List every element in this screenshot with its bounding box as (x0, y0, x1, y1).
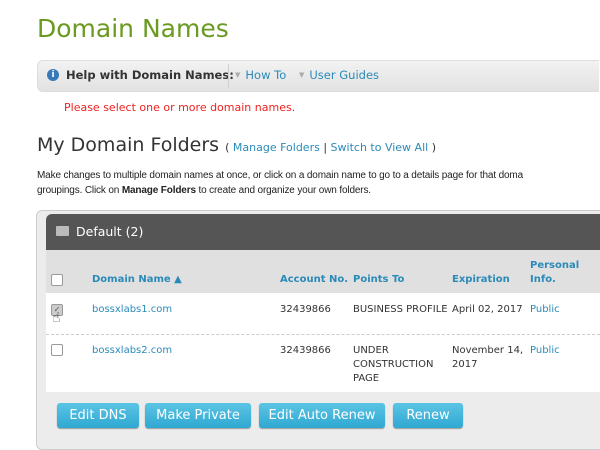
folders-title: My Domain Folders (37, 134, 220, 156)
divider (228, 64, 229, 88)
folder-header[interactable]: Default (2) (46, 214, 600, 250)
account-no: 32439866 (280, 304, 331, 315)
how-to-link[interactable]: ▼ How To (235, 68, 286, 82)
privacy-link[interactable]: Public (530, 303, 560, 317)
col-personal-info[interactable]: Personal Info. (530, 259, 580, 287)
description-text: to create and organize your own folders. (195, 185, 371, 196)
user-guides-label: User Guides (309, 68, 380, 82)
caret-down-icon: ▼ (299, 71, 305, 79)
renew-button[interactable]: Renew (393, 403, 463, 428)
table-header: Domain Name ▲ Account No. Points To Expi… (46, 250, 600, 293)
table-row: ✓ ☝ bossxlabs1.com 32439866 BUSINESS PRO… (46, 293, 600, 335)
description: Make changes to multiple domain names at… (37, 168, 599, 198)
help-bar: i Help with Domain Names: ▼ How To ▼ User … (37, 60, 599, 92)
edit-auto-renew-button[interactable]: Edit Auto Renew (259, 403, 385, 428)
caret-down-icon: ▼ (235, 71, 241, 79)
folder-name: Default (2) (76, 224, 144, 239)
col-account-no[interactable]: Account No. (280, 273, 348, 287)
hand-cursor-icon: ☝ (52, 310, 61, 326)
row-checkbox[interactable] (51, 344, 63, 356)
manage-folders-link[interactable]: Manage Folders (233, 141, 320, 154)
folder-icon (56, 226, 69, 236)
domain-link[interactable]: bossxlabs1.com (92, 303, 172, 317)
expiration: November 14, 2017 (452, 345, 524, 370)
page-title: Domain Names (37, 14, 229, 43)
col-points-to[interactable]: Points To (353, 273, 404, 287)
privacy-link[interactable]: Public (530, 344, 560, 358)
description-line: Make changes to multiple domain names at… (37, 170, 524, 181)
col-domain-name[interactable]: Domain Name ▲ (92, 273, 182, 287)
help-label: Help with Domain Names: (66, 68, 234, 82)
col-expiration[interactable]: Expiration (452, 273, 510, 287)
account-no: 32439866 (280, 345, 331, 356)
paren: ( (225, 141, 230, 154)
info-icon: i (47, 69, 59, 81)
table-row: bossxlabs2.com 32439866 UNDER CONSTRUCTI… (46, 335, 600, 392)
user-guides-link[interactable]: ▼ User Guides (299, 68, 379, 82)
points-to: BUSINESS PROFILE (353, 304, 448, 315)
points-to: UNDER CONSTRUCTION PAGE (353, 345, 434, 384)
separator: | (323, 141, 328, 154)
how-to-label: How To (245, 68, 287, 82)
edit-dns-button[interactable]: Edit DNS (57, 403, 139, 428)
switch-view-all-link[interactable]: Switch to View All (331, 141, 429, 154)
error-message: Please select one or more domain names. (64, 101, 296, 114)
expiration: April 02, 2017 (452, 304, 523, 315)
description-text: groupings. Click on (37, 185, 122, 196)
select-all-checkbox[interactable] (51, 274, 63, 286)
paren: ) (431, 141, 436, 154)
description-bold: Manage Folders (121, 185, 196, 196)
domain-link[interactable]: bossxlabs2.com (92, 344, 172, 358)
make-private-button[interactable]: Make Private (145, 403, 251, 428)
folders-heading: My Domain Folders ( Manage Folders | Swi… (37, 134, 436, 156)
